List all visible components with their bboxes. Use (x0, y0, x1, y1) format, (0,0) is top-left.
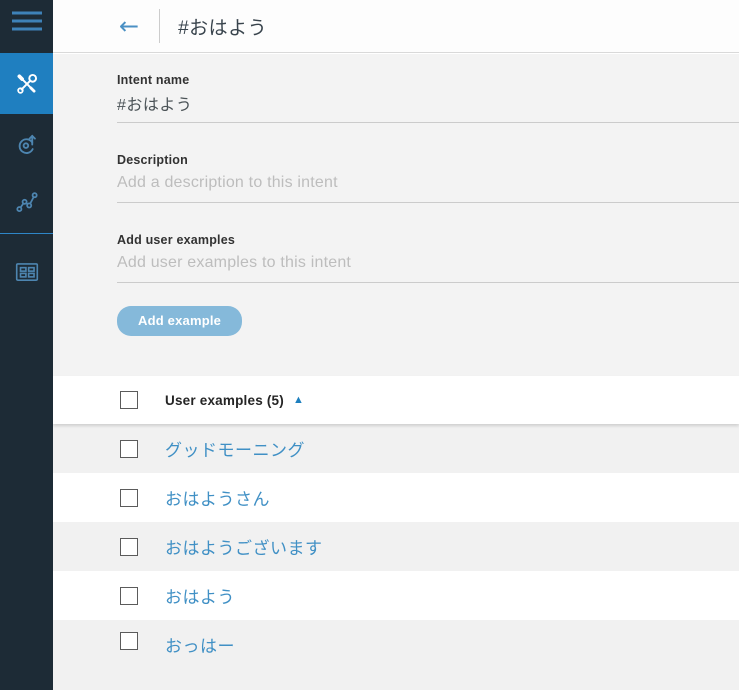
table-row: おはようさん (53, 473, 739, 522)
sidebar-item-analytics[interactable] (0, 173, 53, 231)
intent-name-input[interactable] (117, 90, 739, 123)
intent-name-label: Intent name (117, 73, 190, 87)
examples-table-body: グッドモーニング おはようさん おはようございます おはよう おっはー (53, 424, 739, 690)
page-title: #おはよう (178, 17, 268, 39)
sidebar-item-improve[interactable] (0, 115, 53, 173)
example-link[interactable]: グッドモーニング (165, 436, 305, 461)
analytics-icon (15, 190, 39, 214)
tools-icon (15, 72, 39, 96)
user-examples-count-label: User examples (5) (165, 392, 284, 408)
table-row: おっはー (53, 620, 739, 690)
intent-form: Intent name Description Add user example… (53, 54, 739, 376)
row-checkbox[interactable] (120, 488, 138, 507)
user-example-input[interactable] (117, 250, 739, 283)
add-user-examples-label: Add user examples (117, 233, 236, 247)
page-header: ← #おはよう (53, 0, 739, 53)
table-row: おはようございます (53, 522, 739, 571)
row-checkbox[interactable] (120, 439, 138, 458)
examples-table-header: User examples (5) ▲ (53, 376, 739, 424)
header-divider (159, 9, 161, 43)
description-input[interactable] (117, 170, 739, 203)
example-link[interactable]: おはよう (165, 583, 235, 608)
catalog-icon (14, 261, 40, 283)
improve-icon (15, 132, 39, 156)
row-checkbox[interactable] (120, 537, 138, 556)
add-example-button[interactable]: Add example (117, 306, 243, 336)
menu-button[interactable] (0, 0, 53, 44)
table-row: グッドモーニング (53, 424, 739, 473)
sidebar-item-build[interactable] (0, 53, 53, 114)
sort-by-user-examples[interactable]: User examples (5) ▲ (165, 393, 304, 408)
table-row: おはよう (53, 571, 739, 620)
back-button[interactable]: ← (113, 12, 145, 40)
description-label: Description (117, 153, 188, 167)
row-checkbox[interactable] (120, 586, 138, 605)
select-all-checkbox[interactable] (120, 391, 138, 409)
sort-ascending-icon: ▲ (292, 393, 304, 406)
sidebar-item-content-catalog[interactable] (0, 243, 53, 301)
example-link[interactable]: おはようさん (165, 485, 270, 510)
example-link[interactable]: おっはー (165, 632, 235, 657)
sidebar-divider (0, 233, 53, 234)
sidebar (0, 0, 53, 690)
row-checkbox[interactable] (120, 632, 138, 650)
example-link[interactable]: おはようございます (165, 534, 323, 559)
hamburger-icon (11, 10, 42, 34)
